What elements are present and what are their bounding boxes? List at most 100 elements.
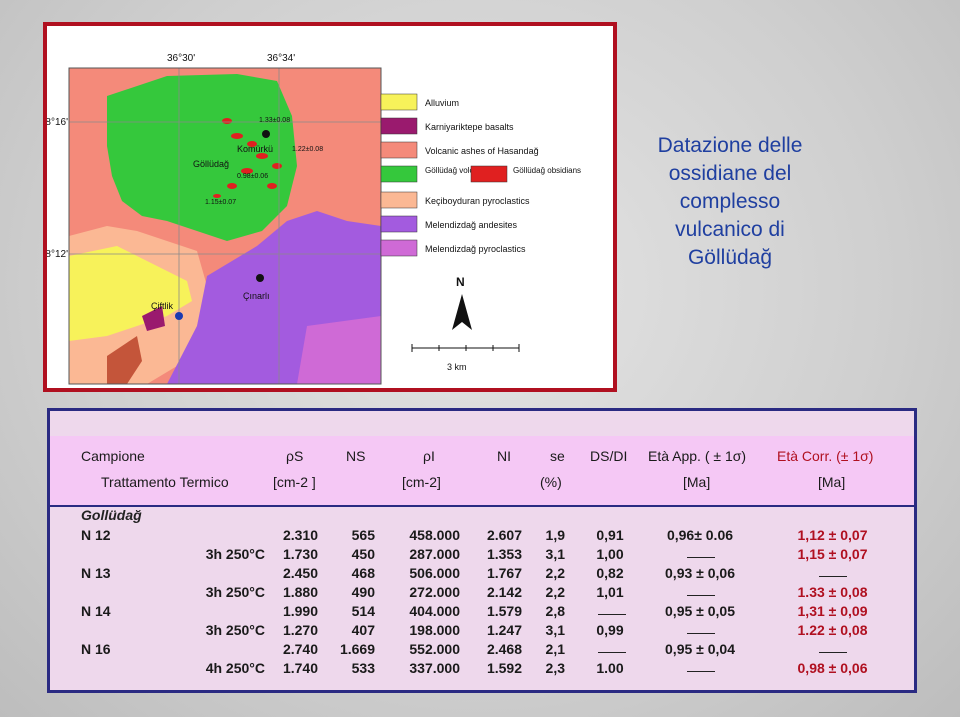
title-line-2: ossidiane del bbox=[668, 162, 792, 185]
table-header: Campione ρS NS ρI NI se DS/DI Età App. (… bbox=[50, 436, 914, 506]
cell-treat: 3h 250°C bbox=[205, 622, 265, 638]
cell-rs: 2.450 bbox=[282, 565, 318, 581]
cell-app: 0,95 ± 0,05 bbox=[665, 603, 735, 619]
cell-ratio: 0,99 bbox=[596, 622, 624, 638]
cell-ri: 404.000 bbox=[409, 603, 460, 619]
empty-value-dash bbox=[687, 557, 715, 558]
place-cinarli: Çınarlı bbox=[243, 291, 270, 301]
col-n-i: NI bbox=[497, 448, 511, 464]
header-separator bbox=[50, 505, 914, 507]
cell-treat: 4h 250°C bbox=[205, 660, 265, 676]
legend-andesites: Melendizdağ andesites bbox=[425, 220, 518, 230]
cell-ns: 565 bbox=[351, 527, 375, 543]
geological-map: 36°30' 36°34' 38°16' 38°12' Komürkü Göll… bbox=[43, 22, 617, 392]
col-ds-di: DS/DI bbox=[590, 448, 628, 464]
cell-treat: 3h 250°C bbox=[205, 546, 265, 562]
cell-ns: 514 bbox=[351, 603, 375, 619]
cell-ri: 198.000 bbox=[409, 622, 460, 638]
cell-ni: 1.579 bbox=[486, 603, 522, 619]
cell-corr: 1,12 ± 0,07 bbox=[797, 527, 868, 543]
legend-basalts: Karniyariktepe basalts bbox=[425, 122, 514, 132]
fission-track-table: Campione ρS NS ρI NI se DS/DI Età App. (… bbox=[47, 408, 917, 693]
col-n-s: NS bbox=[346, 448, 366, 464]
lat-label-1: 38°16' bbox=[47, 117, 68, 128]
cell-se: 2,1 bbox=[545, 641, 565, 657]
cell-sample: N 14 bbox=[81, 603, 111, 619]
cell-app: 0,95 ± 0,04 bbox=[665, 641, 735, 657]
cell-ns: 490 bbox=[351, 584, 375, 600]
north-label: N bbox=[456, 275, 465, 289]
cell-corr: 0,98 ± 0,06 bbox=[797, 660, 868, 676]
section-label: Gollüdağ bbox=[81, 507, 142, 523]
col-rho-s: ρS bbox=[286, 448, 304, 464]
map-legend: Alluvium Karniyariktepe basalts Volcanic… bbox=[380, 93, 581, 257]
empty-value-dash bbox=[819, 576, 847, 577]
cell-ni: 1.592 bbox=[486, 660, 522, 676]
empty-value-dash bbox=[687, 595, 715, 596]
title-line-3: complesso bbox=[679, 190, 781, 213]
col-unit-rho-i: [cm-2] bbox=[402, 474, 441, 490]
cell-sample: N 13 bbox=[81, 565, 111, 581]
col-eta-app: Età App. ( ± 1σ) bbox=[648, 448, 747, 464]
cell-ri: 506.000 bbox=[409, 565, 460, 581]
cell-rs: 1.740 bbox=[282, 660, 318, 676]
cell-ratio: 1,00 bbox=[596, 546, 624, 562]
cell-sample: N 12 bbox=[81, 527, 111, 543]
cell-ratio: 1,01 bbox=[596, 584, 624, 600]
cell-ni: 1.247 bbox=[486, 622, 522, 638]
place-komurku: Komürkü bbox=[237, 144, 273, 154]
cell-ri: 458.000 bbox=[409, 527, 460, 543]
age-label-4: 1.15±0.07 bbox=[205, 199, 236, 206]
scale-bar: 3 km bbox=[411, 344, 520, 372]
cell-ni: 1.353 bbox=[486, 546, 522, 562]
cell-rs: 1.270 bbox=[282, 622, 318, 638]
cell-ni: 2.607 bbox=[486, 527, 522, 543]
cell-se: 2,2 bbox=[545, 565, 565, 581]
empty-value-dash bbox=[819, 652, 847, 653]
age-label-2: 1.22±0.08 bbox=[292, 146, 323, 153]
cell-ri: 272.000 bbox=[409, 584, 460, 600]
cell-corr: 1.22 ± 0,08 bbox=[797, 622, 868, 638]
cell-se: 3,1 bbox=[545, 546, 565, 562]
col-se: se bbox=[550, 448, 565, 464]
cell-treat: 3h 250°C bbox=[205, 584, 265, 600]
cell-ns: 450 bbox=[351, 546, 375, 562]
col-unit-rho-s: [cm-2 ] bbox=[273, 474, 316, 490]
cell-ni: 1.767 bbox=[486, 565, 522, 581]
empty-value-dash bbox=[598, 652, 626, 653]
cell-ns: 1.669 bbox=[339, 641, 375, 657]
cell-ri: 287.000 bbox=[409, 546, 460, 562]
title-line-5: Göllüdağ bbox=[687, 246, 773, 269]
col-eta-corr: Età Corr. (± 1σ) bbox=[777, 448, 874, 464]
legend-melendiz-pyro: Melendizdağ pyroclastics bbox=[425, 244, 526, 254]
lat-label-2: 38°12' bbox=[47, 249, 68, 260]
cell-se: 2,8 bbox=[545, 603, 565, 619]
cell-ns: 468 bbox=[351, 565, 375, 581]
cell-corr: 1.33 ± 0,08 bbox=[797, 584, 868, 600]
col-unit-se: (%) bbox=[540, 474, 562, 490]
legend-obsidians: Göllüdağ obsidians bbox=[513, 166, 581, 175]
cell-sample: N 16 bbox=[81, 641, 111, 657]
cell-se: 2,3 bbox=[545, 660, 565, 676]
legend-keciboyduran: Keçiboyduran pyroclastics bbox=[425, 196, 530, 206]
cell-se: 3,1 bbox=[545, 622, 565, 638]
cell-ns: 407 bbox=[351, 622, 375, 638]
col-unit-app: [Ma] bbox=[683, 474, 711, 490]
lon-label-1: 36°30' bbox=[167, 53, 195, 64]
cell-rs: 1.880 bbox=[282, 584, 318, 600]
cell-app: 0,96± 0.06 bbox=[666, 527, 734, 543]
cell-ratio: 0,82 bbox=[596, 565, 624, 581]
cell-ri: 552.000 bbox=[409, 641, 460, 657]
slide-title: Datazione delle ossidiane del complesso … bbox=[630, 132, 830, 272]
cell-rs: 2.740 bbox=[282, 641, 318, 657]
cell-corr: 1,15 ± 0,07 bbox=[797, 546, 868, 562]
cell-app: 0,93 ± 0,06 bbox=[665, 565, 735, 581]
cell-se: 1,9 bbox=[545, 527, 565, 543]
cell-rs: 1.730 bbox=[282, 546, 318, 562]
lon-label-2: 36°34' bbox=[267, 53, 295, 64]
cell-ratio: 1.00 bbox=[596, 660, 624, 676]
age-label-1: 1.33±0.08 bbox=[259, 117, 290, 124]
north-arrow-icon bbox=[452, 294, 472, 330]
cell-corr: 1,31 ± 0,09 bbox=[797, 603, 868, 619]
cell-se: 2,2 bbox=[545, 584, 565, 600]
